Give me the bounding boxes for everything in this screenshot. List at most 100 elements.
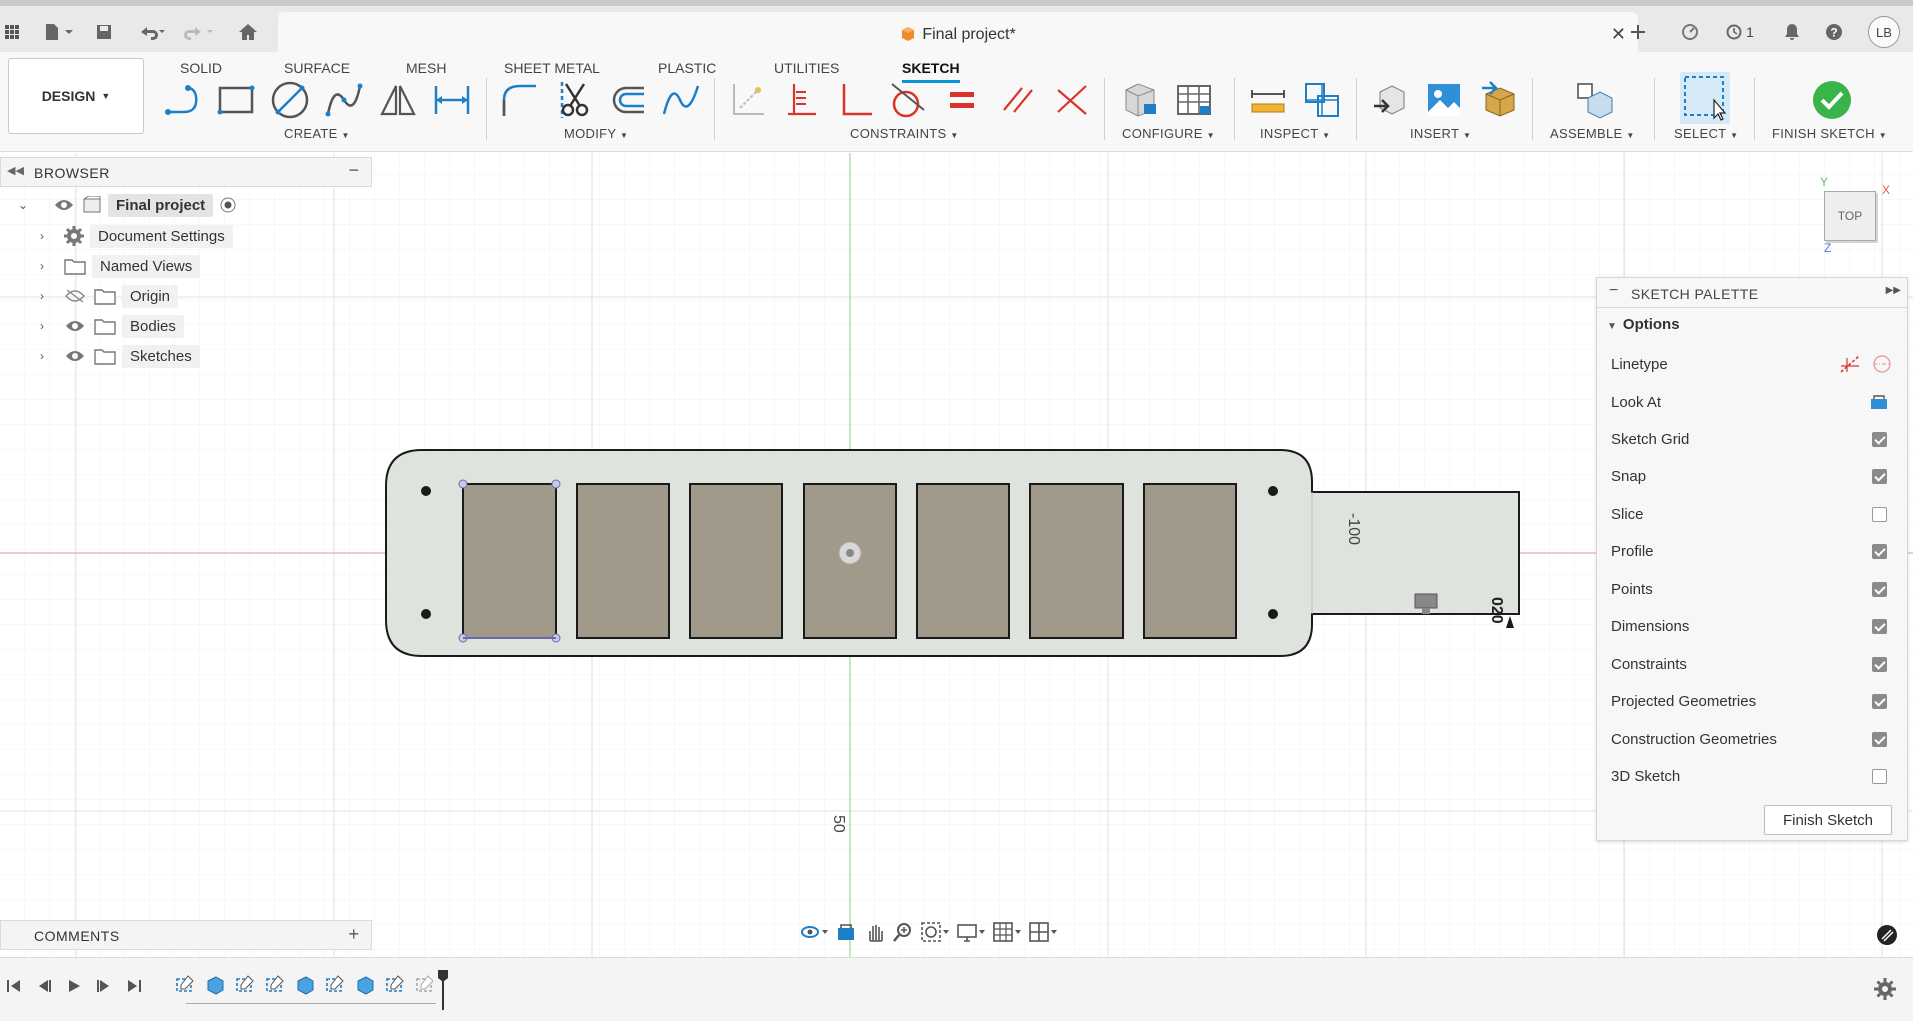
offset-tool-icon[interactable] [606,78,650,122]
measure-icon[interactable] [1246,78,1290,122]
viewcube-top-face[interactable]: TOP [1824,191,1876,241]
3d-sketch-checkbox[interactable] [1872,769,1887,784]
browser-item-origin[interactable]: › Origin [40,283,179,309]
select-tool-icon[interactable] [1680,72,1730,124]
insert-menu[interactable]: INSERT ▼ [1410,126,1471,141]
perpendicular-constraint-icon[interactable] [834,78,878,122]
assemble-menu[interactable]: ASSEMBLE ▼ [1550,126,1635,141]
sketch-rectangle[interactable] [1143,483,1237,639]
timeline-marker[interactable] [438,970,448,1010]
visibility-eye-icon[interactable] [54,198,74,212]
sketch-grid-checkbox[interactable] [1872,432,1887,447]
points-checkbox[interactable] [1872,582,1887,597]
option-sketch-grid[interactable]: Sketch Grid [1611,427,1895,451]
jobs-icon[interactable]: 1 [1720,20,1760,44]
chevron-right-icon[interactable]: › [40,259,64,273]
dimension-small[interactable]: 020 [1487,597,1505,624]
timeline-sketch-feature-icon[interactable] [414,974,436,996]
rectangle-tool-icon[interactable] [214,78,258,122]
chevron-right-icon[interactable]: › [40,319,64,333]
sketch-rectangle[interactable] [1029,483,1124,639]
option-construction-geometries[interactable]: Construction Geometries [1611,727,1895,751]
dimensions-checkbox[interactable] [1872,619,1887,634]
finish-sketch-menu[interactable]: FINISH SKETCH ▼ [1772,126,1887,141]
zoom-icon[interactable] [892,921,914,943]
viewports-icon[interactable] [1028,921,1058,943]
symmetry-constraint-icon[interactable] [1050,78,1094,122]
timeline-settings-icon[interactable] [1874,978,1896,1000]
display-mode-icon[interactable] [956,921,986,943]
chevron-right-icon[interactable]: › [40,289,64,303]
snap-checkbox[interactable] [1872,469,1887,484]
browser-item-sketches[interactable]: › Sketches [40,343,200,369]
user-avatar[interactable]: LB [1868,16,1900,48]
option-points[interactable]: Points [1611,577,1895,601]
fit-icon[interactable] [920,921,950,943]
spline-tool-icon[interactable] [322,78,366,122]
option-slice[interactable]: Slice [1611,502,1895,526]
assemble-joint-icon[interactable] [1572,78,1616,122]
insert-derive-icon[interactable] [1368,78,1412,122]
viewcube[interactable]: TOP X Y Z [1810,175,1890,255]
browser-item-label[interactable]: Bodies [122,314,184,338]
app-grid-icon[interactable] [0,20,24,44]
modify-menu[interactable]: MODIFY ▼ [564,126,628,141]
construction-geometries-checkbox[interactable] [1872,732,1887,747]
redo-icon[interactable] [178,20,218,44]
activate-radio-icon[interactable] [219,196,237,214]
add-comment-icon[interactable]: + [348,924,359,945]
timeline-sketch-feature-icon[interactable] [264,974,286,996]
browser-item-document-settings[interactable]: › Document Settings [40,223,233,249]
coincident-constraint-icon[interactable] [726,78,770,122]
minimize-browser-icon[interactable]: − [348,160,359,181]
save-icon[interactable] [92,20,116,44]
parallel-constraint-icon[interactable] [996,78,1040,122]
timeline-sketch-feature-icon[interactable] [234,974,256,996]
timeline-extrude-feature-icon[interactable] [354,974,376,996]
constraints-checkbox[interactable] [1872,657,1887,672]
tab-surface[interactable]: SURFACE [284,60,350,76]
new-tab-icon[interactable] [1626,20,1650,44]
go-to-start-icon[interactable] [6,978,22,994]
sketch-rectangle[interactable] [462,483,557,639]
configure-model-icon[interactable] [1118,78,1162,122]
trim-tool-icon[interactable] [552,78,596,122]
chevron-right-icon[interactable]: › [40,349,64,363]
options-section[interactable]: ▼ Options [1607,316,1680,333]
look-at-sketch-icon[interactable] [1869,393,1889,411]
projected-geometries-checkbox[interactable] [1872,694,1887,709]
expand-palette-icon[interactable]: ▶▶ [1886,285,1901,296]
dimension-vertical[interactable]: 50 [829,815,847,833]
close-tab-icon[interactable]: ✕ [1611,24,1626,45]
tab-mesh[interactable]: MESH [406,60,446,76]
timeline-extrude-feature-icon[interactable] [204,974,226,996]
finish-sketch-check-icon[interactable] [1810,78,1854,122]
timeline-sketch-feature-icon[interactable] [174,974,196,996]
browser-item-label[interactable]: Sketches [122,344,200,368]
option-profile[interactable]: Profile [1611,539,1895,563]
circle-tool-icon[interactable] [268,78,312,122]
sketch-rectangle[interactable] [689,483,783,639]
finish-sketch-button[interactable]: Finish Sketch [1764,805,1892,835]
equal-constraint-icon[interactable] [940,78,984,122]
chevron-right-icon[interactable]: › [40,229,64,243]
timeline-sketch-feature-icon[interactable] [384,974,406,996]
timeline-sketch-feature-icon[interactable] [324,974,346,996]
chevron-down-icon[interactable]: ⌄ [18,198,36,212]
undo-icon[interactable] [134,20,170,44]
centerline-linetype-icon[interactable] [1871,354,1893,374]
profile-checkbox[interactable] [1872,544,1887,559]
tab-solid[interactable]: SOLID [180,60,222,76]
collinear-constraint-icon[interactable] [780,78,824,122]
timeline-extrude-feature-icon[interactable] [294,974,316,996]
browser-root-item[interactable]: ⌄ Final project [18,192,237,218]
dimension-tool-icon[interactable] [430,78,474,122]
pan-icon[interactable] [864,921,886,943]
go-to-end-icon[interactable] [126,978,142,994]
browser-item-label[interactable]: Final project [108,193,214,217]
constraints-menu[interactable]: CONSTRAINTS ▼ [850,126,959,141]
orbit-icon[interactable] [800,922,830,942]
collapse-browser-icon[interactable]: ◀◀ [7,164,24,177]
tab-sheet-metal[interactable]: SHEET METAL [504,60,600,76]
option-dimensions[interactable]: Dimensions [1611,614,1895,638]
